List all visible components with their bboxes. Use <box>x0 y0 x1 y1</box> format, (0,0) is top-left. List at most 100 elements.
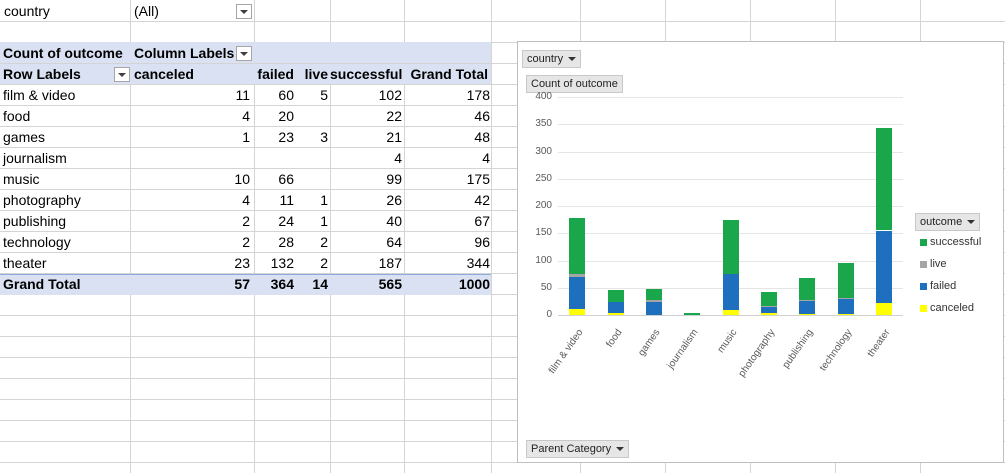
bar-segment-successful[interactable] <box>838 263 854 298</box>
row-label[interactable]: publishing <box>3 211 66 231</box>
cell-live[interactable]: 5 <box>294 85 328 105</box>
grand-total-label: Grand Total <box>3 276 81 292</box>
row-label[interactable]: photography <box>3 190 81 210</box>
chevron-down-icon <box>967 220 976 225</box>
legend-item-successful[interactable]: successful <box>920 235 981 249</box>
cell-canceled[interactable]: 11 <box>194 85 250 105</box>
cell-successful[interactable]: 40 <box>330 211 402 231</box>
cell-canceled[interactable]: 10 <box>194 169 250 189</box>
cell-canceled[interactable]: 2 <box>194 232 250 252</box>
cell-grand-total[interactable]: 344 <box>404 253 490 273</box>
legend-item-failed[interactable]: failed <box>920 279 956 293</box>
row-label[interactable]: theater <box>3 253 47 273</box>
cell-successful[interactable]: 26 <box>330 190 402 210</box>
cell-successful[interactable]: 187 <box>330 253 402 273</box>
bar-segment-failed[interactable] <box>799 301 815 314</box>
legend-item-live[interactable]: live <box>920 257 947 271</box>
bar-segment-successful[interactable] <box>608 290 624 302</box>
row-label[interactable]: technology <box>3 232 71 252</box>
cell-grand-total[interactable]: 96 <box>404 232 490 252</box>
cell-grand-total[interactable]: 46 <box>404 106 490 126</box>
row-label[interactable]: film & video <box>3 85 75 105</box>
chart-filter-chip[interactable]: country <box>522 50 582 68</box>
bar-segment-canceled[interactable] <box>569 309 585 315</box>
row-labels-filter-button[interactable] <box>114 67 130 82</box>
cell-live[interactable]: 2 <box>294 253 328 273</box>
bar-segment-successful[interactable] <box>723 220 739 274</box>
chart-filter-chip-label: country <box>527 53 564 65</box>
bar-segment-successful[interactable] <box>684 313 700 315</box>
row-label[interactable]: games <box>3 127 45 147</box>
bar-segment-failed[interactable] <box>569 276 585 309</box>
bar-segment-successful[interactable] <box>876 128 892 230</box>
legend-item-canceled[interactable]: canceled <box>920 301 974 315</box>
cell-successful[interactable]: 4 <box>330 148 402 168</box>
bar-segment-canceled[interactable] <box>876 302 892 315</box>
cell-grand-total[interactable]: 175 <box>404 169 490 189</box>
bar-segment-live[interactable] <box>646 300 662 302</box>
cell-failed[interactable]: 28 <box>256 232 294 252</box>
cell-live[interactable]: 2 <box>294 232 328 252</box>
cell-grand-total[interactable]: 178 <box>404 85 490 105</box>
column-header-grand-total: Grand Total <box>410 66 488 82</box>
cell-failed[interactable]: 20 <box>256 106 294 126</box>
bar-segment-failed[interactable] <box>876 231 892 303</box>
gridline <box>558 152 903 153</box>
cell-failed[interactable]: 11 <box>256 190 294 210</box>
legend-title-chip[interactable]: outcome <box>915 213 981 231</box>
row-label[interactable]: journalism <box>3 148 67 168</box>
bar-segment-successful[interactable] <box>646 289 662 300</box>
cell-canceled[interactable]: 1 <box>194 127 250 147</box>
cell-failed[interactable]: 24 <box>256 211 294 231</box>
chart-axis-chip[interactable]: Parent Category <box>526 440 630 458</box>
row-label[interactable]: food <box>3 106 30 126</box>
bar-segment-failed[interactable] <box>761 307 777 313</box>
bar-segment-failed[interactable] <box>723 274 739 310</box>
pivot-title: Count of outcome <box>3 45 123 61</box>
cell-grand-total[interactable]: 4 <box>404 148 490 168</box>
bar-segment-live[interactable] <box>799 300 815 301</box>
cell-successful[interactable]: 102 <box>330 85 402 105</box>
chart-value-chip-label: Count of outcome <box>531 78 618 90</box>
cell-live[interactable]: 1 <box>294 190 328 210</box>
bar-segment-successful[interactable] <box>761 292 777 306</box>
cell-live[interactable]: 3 <box>294 127 328 147</box>
bar-segment-canceled[interactable] <box>838 314 854 315</box>
cell-failed[interactable]: 132 <box>256 253 294 273</box>
legend-swatch <box>920 282 927 290</box>
cell-failed[interactable]: 23 <box>256 127 294 147</box>
cell-canceled[interactable]: 2 <box>194 211 250 231</box>
bar-segment-successful[interactable] <box>799 278 815 300</box>
bar-segment-canceled[interactable] <box>761 313 777 315</box>
pivot-chart[interactable]: country Count of outcome Parent Category… <box>517 41 1004 463</box>
cell-grand-total[interactable]: 42 <box>404 190 490 210</box>
bar-segment-live[interactable] <box>569 274 585 277</box>
row-label[interactable]: music <box>3 169 40 189</box>
bar-segment-canceled[interactable] <box>723 310 739 315</box>
cell-successful[interactable]: 99 <box>330 169 402 189</box>
cell-canceled[interactable]: 4 <box>194 190 250 210</box>
bar-segment-failed[interactable] <box>646 302 662 315</box>
bar-segment-failed[interactable] <box>838 299 854 314</box>
bar-segment-successful[interactable] <box>569 218 585 274</box>
column-labels-filter-button[interactable] <box>236 46 252 61</box>
row-labels-header: Row Labels <box>3 66 81 82</box>
cell-failed[interactable]: 66 <box>256 169 294 189</box>
bar-segment-canceled[interactable] <box>799 314 815 315</box>
cell-grand-total[interactable]: 48 <box>404 127 490 147</box>
cell-canceled[interactable]: 23 <box>194 253 250 273</box>
cell-failed[interactable]: 60 <box>256 85 294 105</box>
legend-swatch <box>920 260 927 268</box>
bar-segment-live[interactable] <box>838 298 854 299</box>
cell-successful[interactable]: 22 <box>330 106 402 126</box>
cell-grand-total[interactable]: 67 <box>404 211 490 231</box>
filter-value[interactable]: (All) <box>134 1 159 21</box>
filter-dropdown-button[interactable] <box>236 4 252 19</box>
cell-successful[interactable]: 21 <box>330 127 402 147</box>
bar-segment-live[interactable] <box>761 306 777 307</box>
bar-segment-canceled[interactable] <box>608 313 624 315</box>
cell-canceled[interactable]: 4 <box>194 106 250 126</box>
cell-successful[interactable]: 64 <box>330 232 402 252</box>
bar-segment-failed[interactable] <box>608 302 624 313</box>
cell-live[interactable]: 1 <box>294 211 328 231</box>
